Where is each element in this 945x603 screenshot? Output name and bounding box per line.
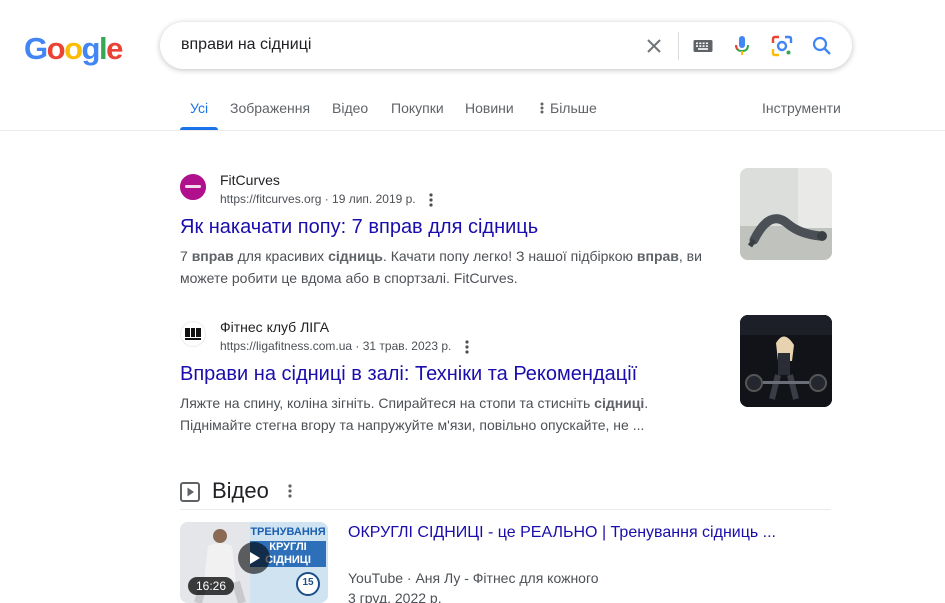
- video-source: YouTube: [348, 570, 404, 586]
- lens-icon[interactable]: [770, 34, 794, 58]
- result-date: · 31 трав. 2023 р.: [352, 339, 452, 353]
- tab-all[interactable]: Усі: [190, 100, 208, 116]
- search-divider: [678, 32, 679, 60]
- site-name[interactable]: FitCurves: [220, 172, 280, 188]
- liga-favicon: [180, 321, 206, 347]
- site-url-line: https://ligafitness.com.ua · 31 трав. 20…: [220, 339, 469, 354]
- thumb-text-line: ТРЕНУВАННЯ: [250, 526, 326, 538]
- active-tab-indicator: [180, 127, 218, 130]
- result-snippet: Ляжте на спину, коліна зігніть. Спирайте…: [180, 395, 649, 433]
- search-input[interactable]: [181, 34, 621, 56]
- site-url-line: https://fitcurves.org · 19 лип. 2019 р.: [220, 192, 433, 207]
- result-title-link[interactable]: Як накачати попу: 7 вправ для сідниць: [180, 216, 538, 239]
- play-button-icon[interactable]: [238, 542, 270, 574]
- logo-letter: o: [64, 31, 83, 66]
- more-vert-icon: [540, 102, 544, 114]
- video-duration: 16:26: [188, 577, 235, 595]
- tab-news[interactable]: Новини: [465, 100, 514, 116]
- logo-letter: o: [46, 31, 66, 66]
- logo-letter: G: [24, 31, 48, 66]
- result-snippet: 7 вправ для красивих сідниць. Качати поп…: [180, 248, 702, 286]
- result-date: · 19 лип. 2019 р.: [321, 192, 416, 206]
- tab-shopping[interactable]: Покупки: [391, 100, 444, 116]
- video-meta: YouTube · Аня Лу - Фітнес для кожного: [348, 570, 599, 586]
- more-options-icon[interactable]: [465, 340, 469, 354]
- google-logo[interactable]: Google: [24, 31, 123, 67]
- video-section-header: Відео: [180, 478, 831, 510]
- video-title-link[interactable]: ОКРУГЛІ СІДНИЦІ - це РЕАЛЬНО | Тренуванн…: [348, 524, 776, 542]
- search-result: FitCurves https://fitcurves.org · 19 лип…: [180, 172, 720, 292]
- search-result: Фітнес клуб ЛІГА https://ligafitness.com…: [180, 319, 720, 439]
- fitcurves-favicon: [180, 174, 206, 200]
- logo-letter: l: [98, 31, 108, 66]
- result-thumbnail[interactable]: [740, 315, 832, 407]
- video-date: 3 груд. 2022 р.: [348, 590, 442, 603]
- site-name[interactable]: Фітнес клуб ЛІГА: [220, 319, 329, 335]
- video-section-heading: Відео: [212, 478, 269, 503]
- tools-button[interactable]: Інструменти: [762, 100, 841, 116]
- tab-video[interactable]: Відео: [332, 100, 368, 116]
- tab-more[interactable]: Більше: [540, 100, 597, 116]
- close-icon[interactable]: [642, 34, 666, 58]
- site-url[interactable]: https://fitcurves.org: [220, 192, 321, 206]
- thumb-badge: 15: [302, 577, 314, 588]
- result-title-link[interactable]: Вправи на сідниці в залі: Техніки та Рек…: [180, 363, 637, 386]
- more-options-icon[interactable]: [288, 484, 292, 498]
- search-box: [160, 22, 852, 69]
- mic-icon[interactable]: [730, 34, 754, 58]
- logo-letter: g: [81, 31, 101, 66]
- site-url[interactable]: https://ligafitness.com.ua: [220, 339, 352, 353]
- tab-more-label: Більше: [550, 100, 597, 116]
- video-thumbnail[interactable]: ТРЕНУВАННЯ КРУГЛІ СІДНИЦІ 15 16:26: [180, 522, 328, 603]
- logo-letter: e: [106, 31, 123, 66]
- search-icon[interactable]: [810, 34, 834, 58]
- search-tabs: Усі Зображення Відео Покупки Новини Біль…: [0, 88, 945, 131]
- more-options-icon[interactable]: [429, 193, 433, 207]
- video-channel: · Аня Лу - Фітнес для кожного: [403, 570, 599, 586]
- keyboard-icon[interactable]: [691, 34, 715, 58]
- video-play-icon: [180, 482, 200, 502]
- result-thumbnail[interactable]: [740, 168, 832, 260]
- tab-images[interactable]: Зображення: [230, 100, 310, 116]
